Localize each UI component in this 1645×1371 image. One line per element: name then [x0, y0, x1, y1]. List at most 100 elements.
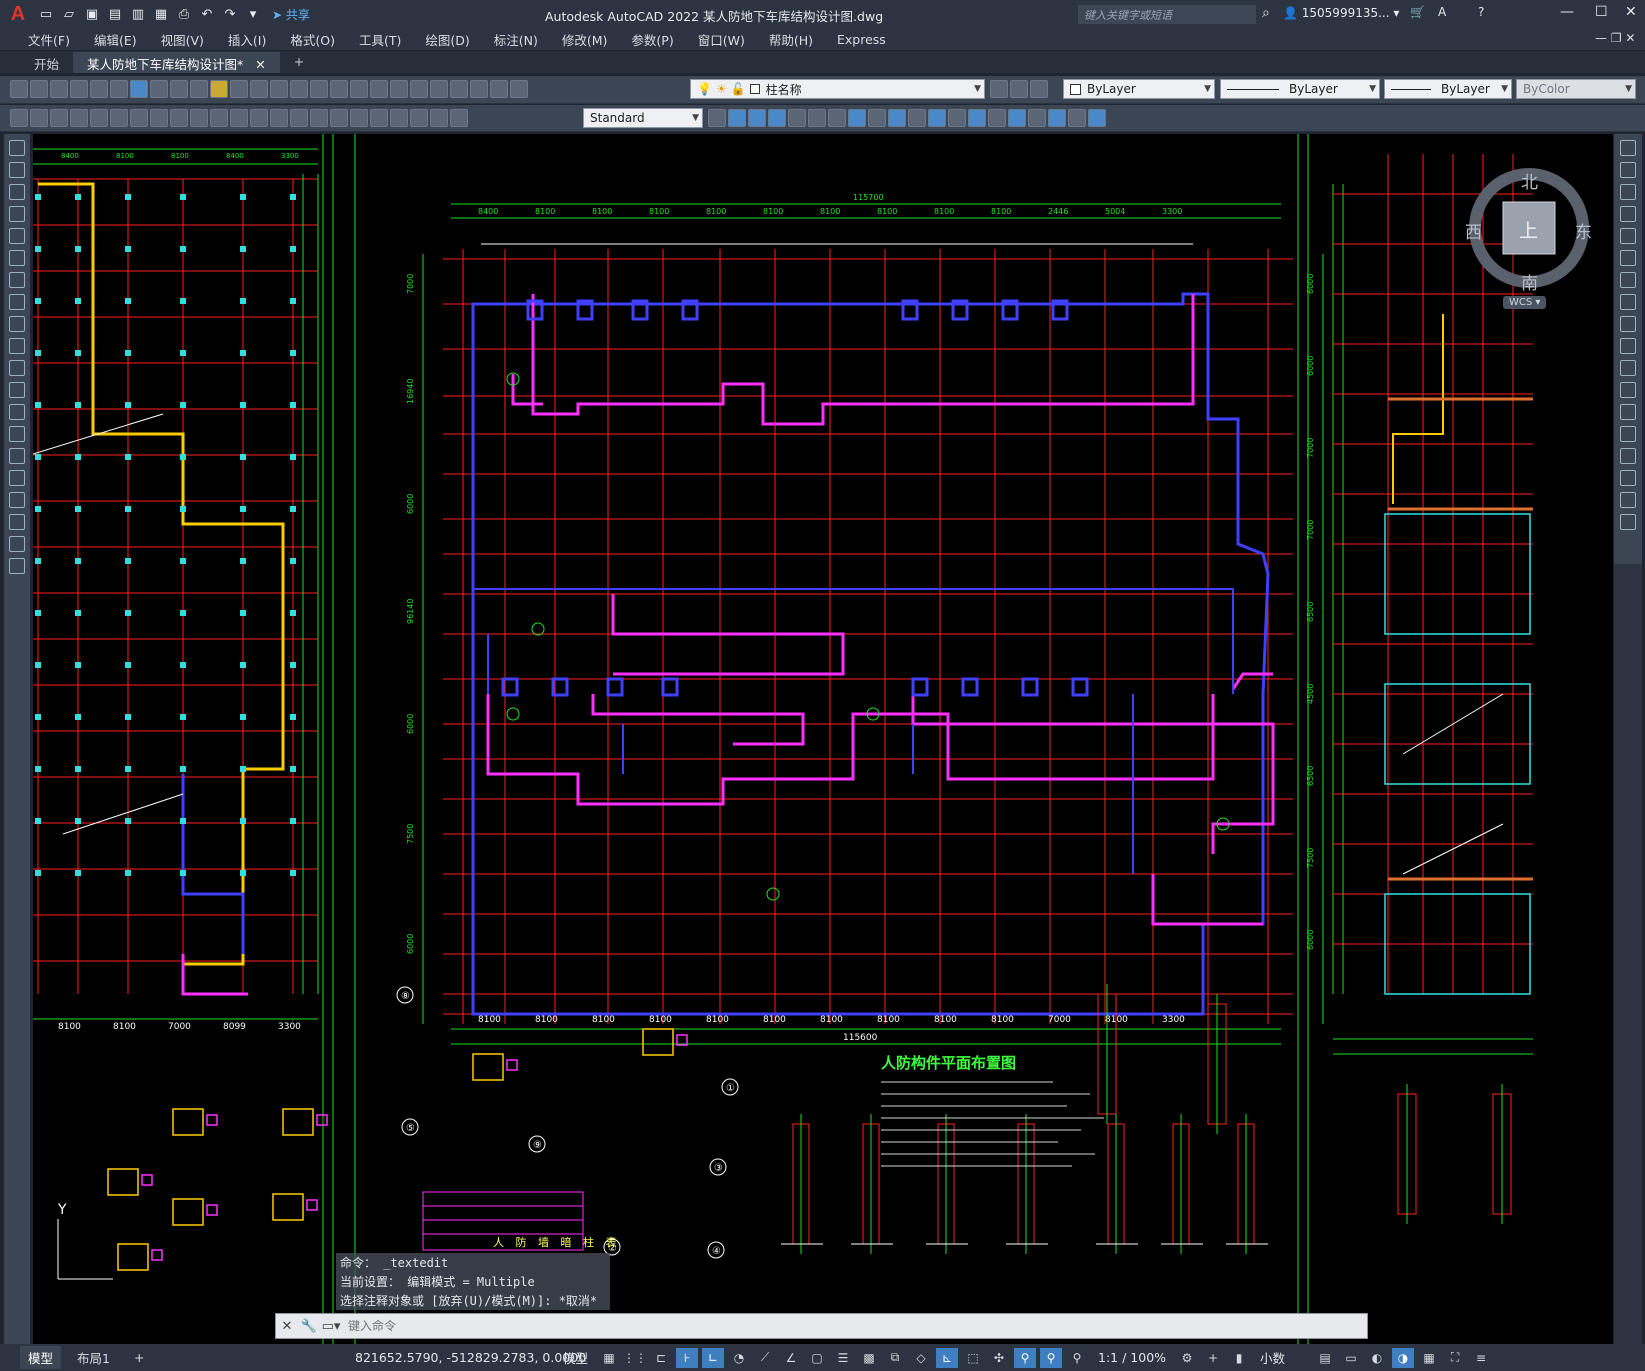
chamfer-icon[interactable]	[1620, 448, 1636, 464]
annotation-visibility-icon[interactable]: ⚲	[1014, 1347, 1037, 1368]
rotate-icon[interactable]	[1620, 272, 1636, 288]
help-tb-icon[interactable]	[490, 80, 508, 98]
viewcube-north[interactable]: 北	[1521, 168, 1538, 193]
help-icon[interactable]: ?	[1478, 5, 1484, 19]
sun-icon[interactable]: ☀	[716, 82, 727, 96]
block-editor-icon[interactable]	[230, 80, 248, 98]
cut-icon[interactable]	[150, 80, 168, 98]
user-account[interactable]: 👤 1505999135... ▾	[1283, 6, 1399, 20]
trim-icon[interactable]	[1620, 338, 1636, 354]
selection-cycling-icon[interactable]: ⧉	[884, 1348, 906, 1368]
copy-icon[interactable]	[170, 80, 188, 98]
dim-arc-icon[interactable]	[110, 109, 128, 127]
jogged-linear-icon[interactable]	[390, 109, 408, 127]
lightbulb-icon[interactable]: 💡	[697, 82, 712, 96]
object-snap-icon[interactable]: ▢	[806, 1348, 828, 1368]
menu-dimension[interactable]: 标注(N)	[482, 30, 550, 49]
ortho-icon[interactable]: ∟	[702, 1347, 725, 1368]
add-layout-button[interactable]: +	[126, 1348, 152, 1367]
taper-faces-icon[interactable]	[888, 109, 906, 127]
send-back-icon[interactable]	[50, 109, 68, 127]
stretch-icon[interactable]	[1620, 316, 1636, 332]
command-input[interactable]	[342, 1315, 1367, 1337]
hatch-icon[interactable]	[9, 448, 25, 464]
units-value[interactable]: 小数	[1252, 1348, 1312, 1367]
array-icon[interactable]	[1620, 228, 1636, 244]
layer-properties-icon[interactable]	[510, 80, 528, 98]
search-icon[interactable]: ⌕	[1262, 5, 1270, 21]
wcs-menu[interactable]: WCS ▾	[1503, 296, 1547, 309]
properties-icon[interactable]	[370, 80, 388, 98]
close-command-icon[interactable]: ✕	[276, 1319, 298, 1334]
menu-file[interactable]: 文件(F)	[16, 30, 82, 49]
point-icon[interactable]	[9, 426, 25, 442]
qnew-icon[interactable]	[10, 80, 28, 98]
inspect-icon[interactable]	[370, 109, 388, 127]
new-tab-button[interactable]: +	[280, 52, 318, 73]
fullscreen-icon[interactable]: ⛶	[1444, 1348, 1466, 1368]
blend-icon[interactable]	[1620, 492, 1636, 508]
isometric-icon[interactable]: ⟋	[754, 1348, 776, 1368]
matchprop-icon[interactable]	[210, 80, 228, 98]
polar-tracking-icon[interactable]: ◔	[728, 1348, 750, 1368]
publish-icon[interactable]	[110, 80, 128, 98]
join-icon[interactable]	[1620, 426, 1636, 442]
menu-modify[interactable]: 修改(M)	[550, 30, 620, 49]
layer-states-icon[interactable]	[1030, 80, 1048, 98]
region-icon[interactable]	[9, 492, 25, 508]
layer-previous-icon[interactable]	[1010, 80, 1028, 98]
annotation-scale-icon[interactable]: ⚲	[1066, 1348, 1088, 1368]
dim-style-icon[interactable]	[708, 109, 726, 127]
viewcube-east[interactable]: 东	[1575, 218, 1592, 243]
break-point-icon[interactable]	[1620, 382, 1636, 398]
lock-ui-icon[interactable]: ▭	[1340, 1348, 1362, 1368]
dim-break-icon[interactable]	[310, 109, 328, 127]
dim-continue-icon[interactable]	[270, 109, 288, 127]
workspace-gear-icon[interactable]: ⚙	[1176, 1348, 1198, 1368]
menu-parametric[interactable]: 参数(P)	[619, 30, 685, 49]
paste-icon[interactable]	[190, 80, 208, 98]
selection-filter-icon[interactable]: ⬚	[962, 1348, 984, 1368]
customize-command-icon[interactable]: 🔧	[298, 1319, 320, 1334]
cart-icon[interactable]: 🛒	[1410, 5, 1425, 19]
move-icon[interactable]	[1620, 250, 1636, 266]
tab-layout1[interactable]: 布局1	[69, 1346, 118, 1369]
zoom-window-icon[interactable]	[330, 80, 348, 98]
web-mobile-save-icon[interactable]: ▦	[151, 4, 171, 24]
pan-icon[interactable]	[290, 80, 308, 98]
make-current-icon[interactable]	[990, 80, 1008, 98]
drawing-canvas[interactable]: 8400 8100 8100 8100 8100 8100 8100 8100 8100 8100…	[33, 134, 1613, 1344]
plot-tb-icon[interactable]	[70, 80, 88, 98]
line-icon[interactable]	[9, 140, 25, 156]
dimstyle-dropdown[interactable]: Standard ▼	[583, 108, 703, 128]
redo-tb-icon[interactable]	[270, 80, 288, 98]
recent-commands-icon[interactable]: ▭▾	[320, 1319, 342, 1334]
ucs-world-icon[interactable]	[1068, 109, 1086, 127]
color-faces-icon[interactable]	[928, 109, 946, 127]
save-tb-icon[interactable]	[50, 80, 68, 98]
zoom-previous-icon[interactable]	[350, 80, 368, 98]
color-dropdown[interactable]: ByLayer ▼	[1063, 79, 1215, 99]
infer-constraints-icon[interactable]: ⊏	[650, 1348, 672, 1368]
intersect-icon[interactable]	[768, 109, 786, 127]
arc-icon[interactable]	[9, 250, 25, 266]
menu-format[interactable]: 格式(O)	[278, 30, 347, 49]
ellipse-icon[interactable]	[9, 338, 25, 354]
customization-icon[interactable]: ≡	[1470, 1348, 1492, 1368]
close-button[interactable]: ✕	[1625, 4, 1637, 20]
check-icon[interactable]	[1028, 109, 1046, 127]
autodesk-app-icon[interactable]: A	[1438, 5, 1446, 19]
scale-icon[interactable]	[1620, 294, 1636, 310]
plotstyle-dropdown[interactable]: ByColor ▼	[1516, 79, 1636, 99]
revcloud-icon[interactable]	[9, 294, 25, 310]
tab-start[interactable]: 开始	[20, 52, 73, 73]
menu-edit[interactable]: 编辑(E)	[82, 30, 149, 49]
gizmo-icon[interactable]: ✣	[988, 1348, 1010, 1368]
annotation-scale-value[interactable]: 1:1 / 100%	[1090, 1350, 1174, 1365]
vertical-scrollbar[interactable]	[1614, 564, 1642, 1344]
menu-view[interactable]: 视图(V)	[149, 30, 216, 49]
save-as-icon[interactable]: ▤	[105, 4, 125, 24]
linetype-dropdown[interactable]: ByLayer ▼	[1220, 79, 1380, 99]
model-space-toggle[interactable]: 模型	[555, 1348, 596, 1367]
design-center-icon[interactable]	[390, 80, 408, 98]
